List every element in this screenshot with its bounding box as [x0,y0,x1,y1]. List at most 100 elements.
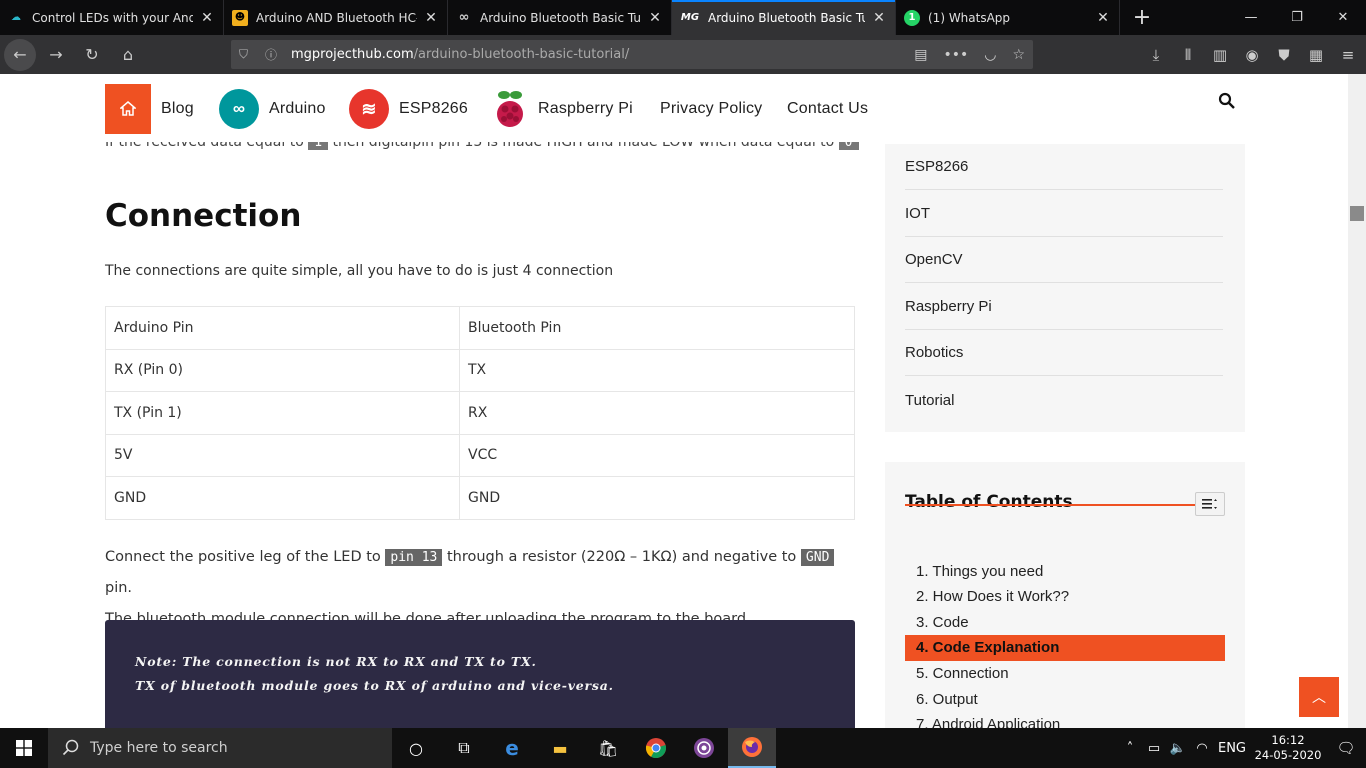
arduino-icon: ∞ [458,10,470,25]
table-cell: VCC [459,433,855,477]
extensions-icon[interactable]: ▦ [1306,46,1326,64]
tab-title: Arduino Bluetooth Basic Tutorial [708,10,865,25]
browser-toolbar: ⤓ ⫴ ▥ ◉ ⛊ ▦ ≡ [1146,35,1358,74]
category-link[interactable]: Robotics [905,330,1223,377]
taskbar-search-box[interactable]: Type here to search [48,728,392,768]
bookmark-star-icon[interactable]: ☆ [1012,47,1025,63]
sidebar-icon[interactable]: ▥ [1210,46,1230,64]
minimize-icon[interactable]: — [1228,0,1274,35]
menu-item-contact-us[interactable]: Contact Us [787,84,868,134]
raspberry-logo-icon [494,89,526,129]
home-icon[interactable]: ⌂ [112,39,144,71]
reload-icon[interactable]: ↻ [76,39,108,71]
table-cell: Bluetooth Pin [459,306,855,350]
language-indicator[interactable]: ENG [1214,741,1250,756]
tab-arduino-and-bluetooth[interactable]: ☻ Arduino AND Bluetooth HC-05 ✕ [224,0,448,35]
toc-toggle-button[interactable] [1195,492,1225,516]
forward-arrow-icon[interactable]: → [40,39,72,71]
task-view-icon[interactable]: ⧉ [440,728,488,768]
reader-view-icon[interactable]: ▤ [914,47,927,63]
close-tab-icon[interactable]: ✕ [647,10,663,26]
windows-taskbar: Type here to search ○ ⧉ e ▬ 🛍 ˄ ▭ 🔈 ◠ EN… [0,728,1366,768]
toc-item[interactable]: 3. Code [905,609,1225,635]
menu-item-raspberry-pi[interactable]: Raspberry Pi [494,84,633,134]
volume-icon[interactable]: 🔈 [1166,741,1190,756]
menu-item-arduino[interactable]: ∞ Arduino [219,84,326,134]
table-cell: RX (Pin 0) [105,348,460,392]
library-icon[interactable]: ⫴ [1178,46,1198,64]
menu-item-esp8266[interactable]: ≋ ESP8266 [349,84,468,134]
table-row: TX (Pin 1) RX [105,391,855,435]
table-cell: Arduino Pin [105,306,460,350]
paragraph-text: through a resistor (220Ω – 1KΩ) and nega… [446,549,797,565]
scrollbar-thumb[interactable] [1350,206,1364,221]
toc-item[interactable]: 1. Things you need [905,558,1225,584]
menu-icon[interactable]: ≡ [1338,46,1358,64]
tracking-shield-icon[interactable]: ⛉ [239,47,259,62]
shield-icon[interactable]: ⛊ [1274,46,1294,64]
new-tab-button[interactable]: + [1120,0,1164,35]
menu-item-privacy-policy[interactable]: Privacy Policy [660,84,762,134]
back-arrow-icon[interactable]: ← [4,38,36,71]
restore-icon[interactable]: ❐ [1274,0,1320,35]
category-link[interactable]: ESP8266 [905,144,1223,190]
close-tab-icon[interactable]: ✕ [1095,10,1111,26]
home-button[interactable] [105,84,151,134]
tab-arduino-bluetooth-basic-active[interactable]: MG Arduino Bluetooth Basic Tutorial ✕ [672,0,896,35]
download-icon[interactable]: ⤓ [1146,46,1166,64]
category-link[interactable]: Raspberry Pi [905,284,1223,330]
wifi-icon[interactable]: ◠ [1190,741,1214,756]
tor-browser-icon[interactable] [680,728,728,768]
close-tab-icon[interactable]: ✕ [871,10,887,26]
category-link[interactable]: Tutorial [905,377,1223,423]
mg-icon: MG [680,12,700,23]
inline-code: pin 13 [385,549,443,566]
account-icon[interactable]: ◉ [1242,46,1262,64]
cortana-icon[interactable]: ○ [392,728,440,768]
toc-item[interactable]: 4. Code Explanation [905,634,1225,661]
table-cell: TX (Pin 1) [105,391,460,435]
page-actions-icon[interactable]: ••• [943,47,968,63]
edge-icon[interactable]: e [488,728,536,768]
page-scrollbar[interactable] [1348,74,1366,728]
battery-icon[interactable]: ▭ [1142,741,1166,756]
table-cell: RX [459,391,855,435]
table-row: RX (Pin 0) TX [105,348,855,392]
store-icon[interactable]: 🛍 [584,728,632,768]
tab-title: (1) WhatsApp [928,10,1011,25]
table-cell: GND [105,476,460,520]
file-explorer-icon[interactable]: ▬ [536,728,584,768]
toc-item[interactable]: 5. Connection [905,660,1225,686]
section-intro: The connections are quite simple, all yo… [105,263,614,279]
toc-widget: Table of Contents 1. Things you need 2. H… [885,462,1245,728]
tab-title: Arduino Bluetooth Basic Tutorial [480,10,641,25]
toc-item[interactable]: 6. Output [905,686,1225,712]
back-to-top-button[interactable]: ︿ [1299,677,1339,717]
url-path: /arduino-bluetooth-basic-tutorial/ [413,47,630,62]
toc-item[interactable]: 2. How Does it Work?? [905,584,1225,610]
system-tray: ˄ ▭ 🔈 ◠ ENG 16:12 24-05-2020 🗨 [1118,728,1366,768]
taskbar-clock[interactable]: 16:12 24-05-2020 [1250,733,1326,763]
tab-whatsapp[interactable]: 1 (1) WhatsApp ✕ [896,0,1120,35]
start-button[interactable] [0,728,48,768]
site-info-icon[interactable]: ⓘ [265,46,285,63]
browser-tab-bar: ☁ Control LEDs with your Android ✕ ☻ Ard… [0,0,1366,35]
toc-item[interactable]: 7. Android Application [905,712,1225,728]
menu-item-blog[interactable]: Blog [161,84,194,134]
house-icon [120,101,136,116]
close-window-icon[interactable]: ✕ [1320,0,1366,35]
close-tab-icon[interactable]: ✕ [199,10,215,26]
tab-title: Arduino AND Bluetooth HC-05 [256,10,417,25]
pocket-icon[interactable]: ◡ [984,47,996,63]
close-tab-icon[interactable]: ✕ [423,10,439,26]
chevron-up-icon[interactable]: ˄ [1118,741,1142,756]
tab-control-leds[interactable]: ☁ Control LEDs with your Android ✕ [0,0,224,35]
category-link[interactable]: IOT [905,191,1223,237]
tab-arduino-bluetooth-basic[interactable]: ∞ Arduino Bluetooth Basic Tutorial ✕ [448,0,672,35]
chrome-icon[interactable] [632,728,680,768]
search-icon[interactable] [1218,92,1238,112]
notification-icon[interactable]: 🗨 [1326,739,1366,757]
firefox-icon[interactable] [728,728,776,768]
category-link[interactable]: OpenCV [905,237,1223,284]
url-bar[interactable]: ⛉ ⓘ mgprojecthub.com/arduino-bluetooth-b… [231,40,1033,69]
